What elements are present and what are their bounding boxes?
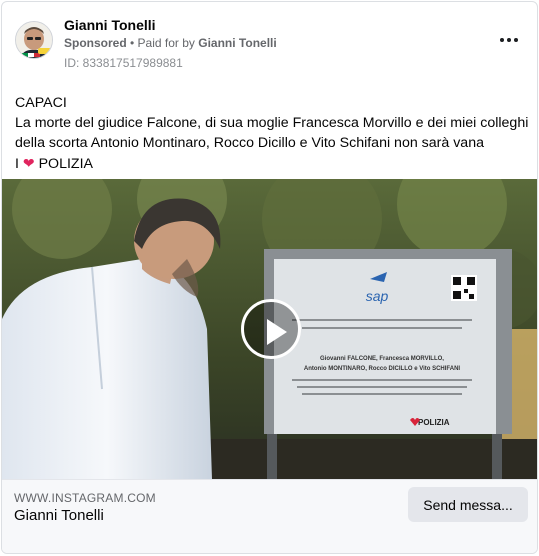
post-text-last-line: I ❤ POLIZIA (15, 153, 530, 174)
plaque-logo: sap (366, 288, 389, 304)
link-footer[interactable]: WWW.INSTAGRAM.COM Gianni Tonelli Send me… (2, 479, 537, 553)
link-domain: WWW.INSTAGRAM.COM (14, 491, 156, 505)
plaque-line: Antonio MONTINARO, Rocco DICILLO e Vito … (304, 366, 461, 372)
post-header: Gianni Tonelli Sponsored • Paid for by G… (2, 2, 537, 80)
play-button[interactable] (241, 299, 301, 359)
plaque-line: Giovanni FALCONE, Francesca MORVILLO, (320, 356, 444, 362)
last-line-prefix: I (15, 156, 23, 172)
link-title[interactable]: Gianni Tonelli (14, 507, 104, 524)
paid-for-prefix: Paid for by (137, 36, 199, 50)
more-dot (507, 38, 511, 42)
separator: • (126, 36, 138, 50)
post-message: CAPACI La morte del giudice Falcone, di … (15, 93, 530, 174)
post-text-line: La morte del giudice Falcone, di sua mog… (15, 115, 529, 131)
more-options-button[interactable] (497, 30, 521, 50)
ad-id: ID: 833817517989881 (64, 56, 183, 70)
post-text-line: della scorta Antonio Montinaro, Rocco Di… (15, 135, 484, 151)
ad-card: Gianni Tonelli Sponsored • Paid for by G… (1, 1, 538, 554)
paid-for-name[interactable]: Gianni Tonelli (198, 36, 276, 50)
last-line-suffix: POLIZIA (34, 156, 93, 172)
sponsored-label[interactable]: Sponsored (64, 36, 127, 50)
heart-icon: ❤ (22, 155, 35, 171)
page-name[interactable]: Gianni Tonelli (64, 17, 156, 33)
sponsored-line: Sponsored • Paid for by Gianni Tonelli (64, 36, 277, 50)
more-dot (514, 38, 518, 42)
page-avatar[interactable] (15, 21, 53, 59)
more-horizontal-icon (500, 38, 504, 42)
plaque-brand: POLIZIA (418, 418, 450, 427)
send-message-button[interactable]: Send messa... (408, 487, 528, 522)
post-text-line: CAPACI (15, 95, 67, 111)
avatar-portrait (16, 22, 52, 58)
